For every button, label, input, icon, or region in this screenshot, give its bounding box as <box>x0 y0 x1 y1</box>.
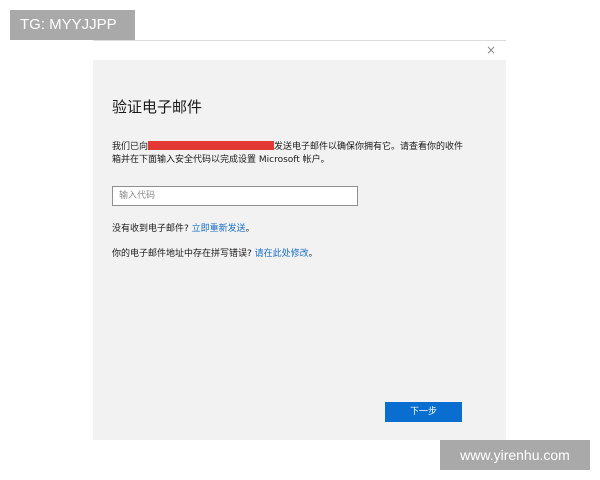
tg-label: TG: MYYJJPP <box>10 10 135 40</box>
edit-email-prompt: 你的电子邮件地址中存在拼写错误? <box>112 249 255 259</box>
resend-link[interactable]: 立即重新发送 <box>192 224 246 234</box>
close-icon[interactable]: × <box>484 42 498 58</box>
watermark: www.yirenhu.com <box>440 440 590 470</box>
dialog-description: 我们已向 发送电子邮件以确保你拥有它。请查看你的收件箱并在下面输入安全代码以完成设… <box>112 141 472 167</box>
resend-line: 没有收到电子邮件? 立即重新发送。 <box>112 221 255 234</box>
resend-prompt: 没有收到电子邮件? <box>112 224 192 234</box>
edit-email-link[interactable]: 请在此处修改 <box>255 249 309 259</box>
resend-suffix: 。 <box>245 224 255 234</box>
dialog-title: 验证电子邮件 <box>112 98 203 116</box>
edit-email-suffix: 。 <box>308 249 318 259</box>
next-button[interactable]: 下一步 <box>385 402 462 422</box>
page: TG: MYYJJPP × 验证电子邮件 我们已向 发送电子邮件以确保你拥有它。请… <box>0 0 600 480</box>
verify-email-dialog: × 验证电子邮件 我们已向 发送电子邮件以确保你拥有它。请查看你的收件箱并在下面输… <box>93 40 506 440</box>
code-input[interactable] <box>112 186 358 206</box>
edit-email-line: 你的电子邮件地址中存在拼写错误? 请在此处修改。 <box>112 246 318 259</box>
description-before-email: 我们已向 <box>112 142 149 152</box>
dialog-titlebar: × <box>93 40 506 60</box>
redacted-email <box>148 141 275 150</box>
